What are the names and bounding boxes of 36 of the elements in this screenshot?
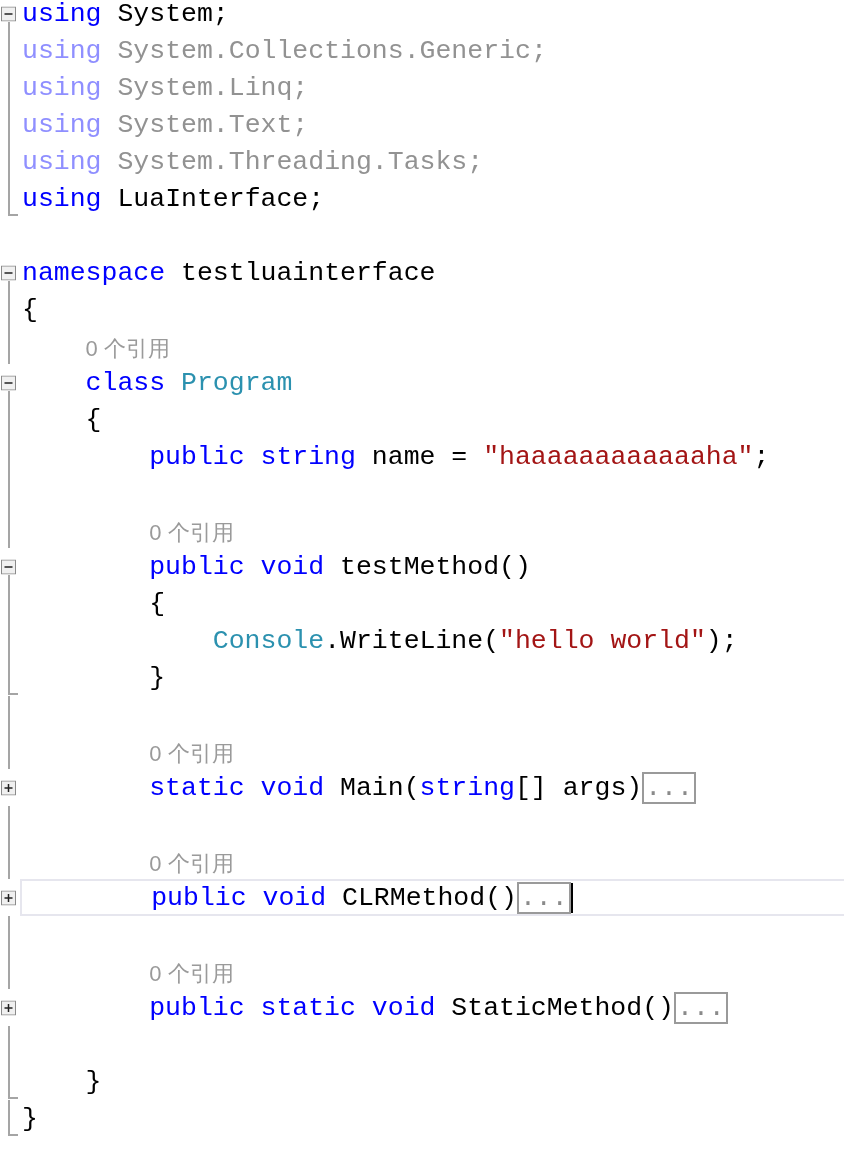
collapsed-code-button[interactable]: ... <box>516 881 571 914</box>
code-line: using LuaInterface; <box>22 182 325 216</box>
reference-count-link[interactable]: 0 个引用 <box>85 334 170 364</box>
collapse-icon[interactable] <box>1 375 16 390</box>
code-line: namespace testluainterface <box>22 256 436 290</box>
code-line: class Program <box>85 366 293 400</box>
code-line: public string name = "haaaaaaaaaaaaha"; <box>149 440 770 474</box>
collapse-icon[interactable] <box>1 265 16 280</box>
code-line: Console.WriteLine("hello world"); <box>212 624 738 658</box>
code-line: public static void StaticMethod() <box>149 991 674 1025</box>
collapsed-code-button[interactable]: ... <box>674 991 728 1024</box>
code-line: public void CLRMethod() <box>151 881 517 915</box>
code-line: using System.Threading.Tasks; <box>22 145 484 179</box>
code-line: { <box>22 293 38 327</box>
code-line: public void testMethod() <box>149 550 531 584</box>
reference-count-link[interactable]: 0 个引用 <box>149 739 234 769</box>
reference-count-link[interactable]: 0 个引用 <box>149 959 234 989</box>
code-line: using System.Text; <box>22 108 309 142</box>
code-line: { <box>85 403 102 437</box>
code-line: { <box>149 587 166 621</box>
code-line: using System.Linq; <box>22 71 309 105</box>
collapse-icon[interactable] <box>1 6 16 21</box>
expand-icon[interactable] <box>1 1000 16 1015</box>
collapse-icon[interactable] <box>1 559 16 574</box>
reference-count-link[interactable]: 0 个引用 <box>149 518 234 548</box>
code-line: static void Main(string[] args) <box>149 771 643 805</box>
code-line: using System; <box>22 0 229 31</box>
expand-icon[interactable] <box>1 890 16 905</box>
code-line: } <box>149 661 166 695</box>
expand-icon[interactable] <box>1 780 16 795</box>
collapsed-code-button[interactable]: ... <box>642 771 696 804</box>
code-line: using System.Collections.Generic; <box>22 34 547 68</box>
code-line: } <box>22 1102 38 1136</box>
text-cursor <box>570 882 573 913</box>
code-line: } <box>85 1065 102 1099</box>
reference-count-link[interactable]: 0 个引用 <box>149 849 234 879</box>
